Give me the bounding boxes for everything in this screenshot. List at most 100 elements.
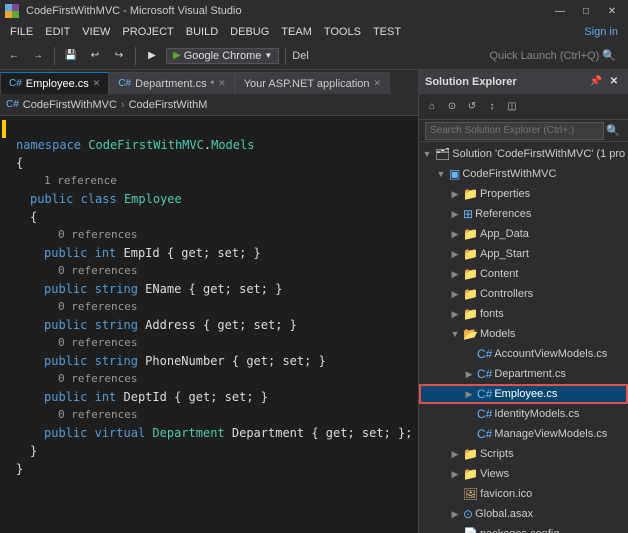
run-dropdown-icon[interactable]: ▼ (264, 51, 272, 60)
toolbar-back[interactable]: ← (4, 46, 24, 66)
menu-debug[interactable]: DEBUG (224, 22, 275, 42)
menu-view[interactable]: VIEW (76, 22, 116, 42)
search-box[interactable]: 🔍 (419, 120, 628, 142)
toggle-views[interactable]: ▶ (449, 469, 461, 480)
tree-item-models[interactable]: ▼ 📂 Models (419, 324, 628, 344)
tree-item-app-data[interactable]: ▶ 📁 App_Data (419, 224, 628, 244)
tree-item-controllers[interactable]: ▶ 📁 Controllers (419, 284, 628, 304)
toggle-app-data[interactable]: ▶ (449, 229, 461, 240)
toggle-global[interactable]: ▶ (449, 509, 461, 520)
sol-toolbar-refresh[interactable]: ↺ (463, 98, 481, 116)
code-line: { (16, 154, 418, 172)
tab-aspnet-close[interactable]: ✕ (374, 78, 382, 89)
tree-item-scripts[interactable]: ▶ 📁 Scripts (419, 444, 628, 464)
toolbar: ← → 💾 ↩ ↪ ▶ ▶ Google Chrome ▼ Del Quick … (0, 42, 628, 70)
breadcrumb-project[interactable]: CodeFirstWithMVC (23, 99, 117, 111)
toolbar-start[interactable]: ▶ (142, 46, 162, 66)
toggle-department[interactable]: ▶ (463, 369, 475, 380)
tree-item-department[interactable]: ▶ C# Department.cs (419, 364, 628, 384)
title-bar-title: CodeFirstWithMVC - Microsoft Visual Stud… (26, 5, 548, 17)
maximize-btn[interactable]: □ (574, 0, 598, 22)
pin-icon[interactable]: 📌 (588, 74, 604, 90)
code-line: 0 references (16, 334, 418, 352)
folder-models-icon: 📂 (463, 327, 478, 341)
code-line: 0 references (16, 262, 418, 280)
tree-item-employee[interactable]: ▶ C# Employee.cs (419, 384, 628, 404)
tree-item-solution[interactable]: ▼ 🗂 Solution 'CodeFirstWithMVC' (1 pro (419, 144, 628, 164)
tree-item-packages[interactable]: 📄 packages.config (419, 524, 628, 533)
menu-project[interactable]: PROJECT (116, 22, 179, 42)
tree-item-properties[interactable]: ▶ 📁 Properties (419, 184, 628, 204)
tab-employee-icon: C# (9, 78, 22, 89)
toolbar-redo[interactable]: ↪ (109, 46, 129, 66)
folder-app-data-icon: 📁 (463, 227, 478, 241)
menu-team[interactable]: TEAM (275, 22, 318, 42)
toggle-manageviewmodels (463, 429, 475, 439)
toggle-app-start[interactable]: ▶ (449, 249, 461, 260)
tree-item-content[interactable]: ▶ 📁 Content (419, 264, 628, 284)
tree-item-accountviewmodels[interactable]: C# AccountViewModels.cs (419, 344, 628, 364)
sol-toolbar-view[interactable]: ◫ (503, 98, 521, 116)
tree-item-global[interactable]: ▶ ⊙ Global.asax (419, 504, 628, 524)
code-line: 0 references (16, 298, 418, 316)
sol-toolbar-expand[interactable]: ↕ (483, 98, 501, 116)
tree-item-references[interactable]: ▶ ⊞ References (419, 204, 628, 224)
solution-tree: ▼ 🗂 Solution 'CodeFirstWithMVC' (1 pro ▼… (419, 142, 628, 533)
tab-employee[interactable]: C# Employee.cs ✕ (0, 72, 109, 94)
breadcrumb-file[interactable]: CodeFirstWithM (129, 99, 208, 111)
toggle-accountviewmodels (463, 349, 475, 359)
tree-item-project[interactable]: ▼ ▣ CodeFirstWithMVC (419, 164, 628, 184)
tab-department[interactable]: C# Department.cs * ✕ (109, 72, 234, 94)
title-bar-controls[interactable]: — □ ✕ (548, 0, 624, 22)
folder-app-start-icon: 📁 (463, 247, 478, 261)
toggle-references[interactable]: ▶ (449, 209, 461, 220)
search-input[interactable] (425, 122, 604, 140)
toggle-fonts[interactable]: ▶ (449, 309, 461, 320)
tree-item-manageviewmodels[interactable]: C# ManageViewModels.cs (419, 424, 628, 444)
tree-item-favicon[interactable]: 🖼 favicon.ico (419, 484, 628, 504)
menu-file[interactable]: FILE (4, 22, 39, 42)
toggle-solution[interactable]: ▼ (421, 149, 433, 159)
tab-department-modified: * (211, 79, 215, 89)
menu-edit[interactable]: EDIT (39, 22, 76, 42)
toggle-properties[interactable]: ▶ (449, 189, 461, 200)
tree-item-views[interactable]: ▶ 📁 Views (419, 464, 628, 484)
editor-panel: C# Employee.cs ✕ C# Department.cs * ✕ Yo… (0, 70, 418, 533)
tab-employee-close[interactable]: ✕ (93, 78, 101, 89)
toggle-content[interactable]: ▶ (449, 269, 461, 280)
menu-build[interactable]: BUILD (180, 22, 224, 42)
code-line: 0 references (16, 226, 418, 244)
sep2 (135, 47, 136, 65)
run-button[interactable]: ▶ Google Chrome ▼ (166, 48, 279, 64)
menu-tools[interactable]: TOOLS (318, 22, 367, 42)
sign-in-link[interactable]: Sign in (578, 22, 624, 42)
tree-item-app-start[interactable]: ▶ 📁 App_Start (419, 244, 628, 264)
solution-header-icons[interactable]: 📌 ✕ (588, 74, 622, 90)
tree-item-identitymodels[interactable]: C# IdentityModels.cs (419, 404, 628, 424)
toolbar-save[interactable]: 💾 (61, 46, 81, 66)
toolbar-undo[interactable]: ↩ (85, 46, 105, 66)
tree-item-fonts[interactable]: ▶ 📁 fonts (419, 304, 628, 324)
menu-test[interactable]: TEST (367, 22, 407, 42)
toggle-scripts[interactable]: ▶ (449, 449, 461, 460)
sol-toolbar-home[interactable]: ⌂ (423, 98, 441, 116)
sol-toolbar-filter[interactable]: ⊙ (443, 98, 461, 116)
toggle-models[interactable]: ▼ (449, 329, 461, 339)
folder-controllers-icon: 📁 (463, 287, 478, 301)
toolbar-forward[interactable]: → (28, 46, 48, 66)
tree-label-favicon: favicon.ico (480, 488, 532, 500)
close-solution-icon[interactable]: ✕ (606, 74, 622, 90)
search-icon[interactable]: 🔍 (604, 122, 622, 140)
toggle-controllers[interactable]: ▶ (449, 289, 461, 300)
toggle-project[interactable]: ▼ (435, 169, 447, 179)
close-btn[interactable]: ✕ (600, 0, 624, 22)
toggle-employee[interactable]: ▶ (463, 389, 475, 400)
title-bar: CodeFirstWithMVC - Microsoft Visual Stud… (0, 0, 628, 22)
minimize-btn[interactable]: — (548, 0, 572, 22)
tab-department-close[interactable]: ✕ (218, 78, 226, 89)
code-line: public string EName { get; set; } (16, 280, 418, 298)
cs-department-icon: C# (477, 367, 492, 381)
code-line: public int DeptId { get; set; } (16, 388, 418, 406)
tab-aspnet[interactable]: Your ASP.NET application ✕ (235, 72, 390, 94)
code-area[interactable]: namespace CodeFirstWithMVC.Models { 1 re… (0, 116, 418, 533)
